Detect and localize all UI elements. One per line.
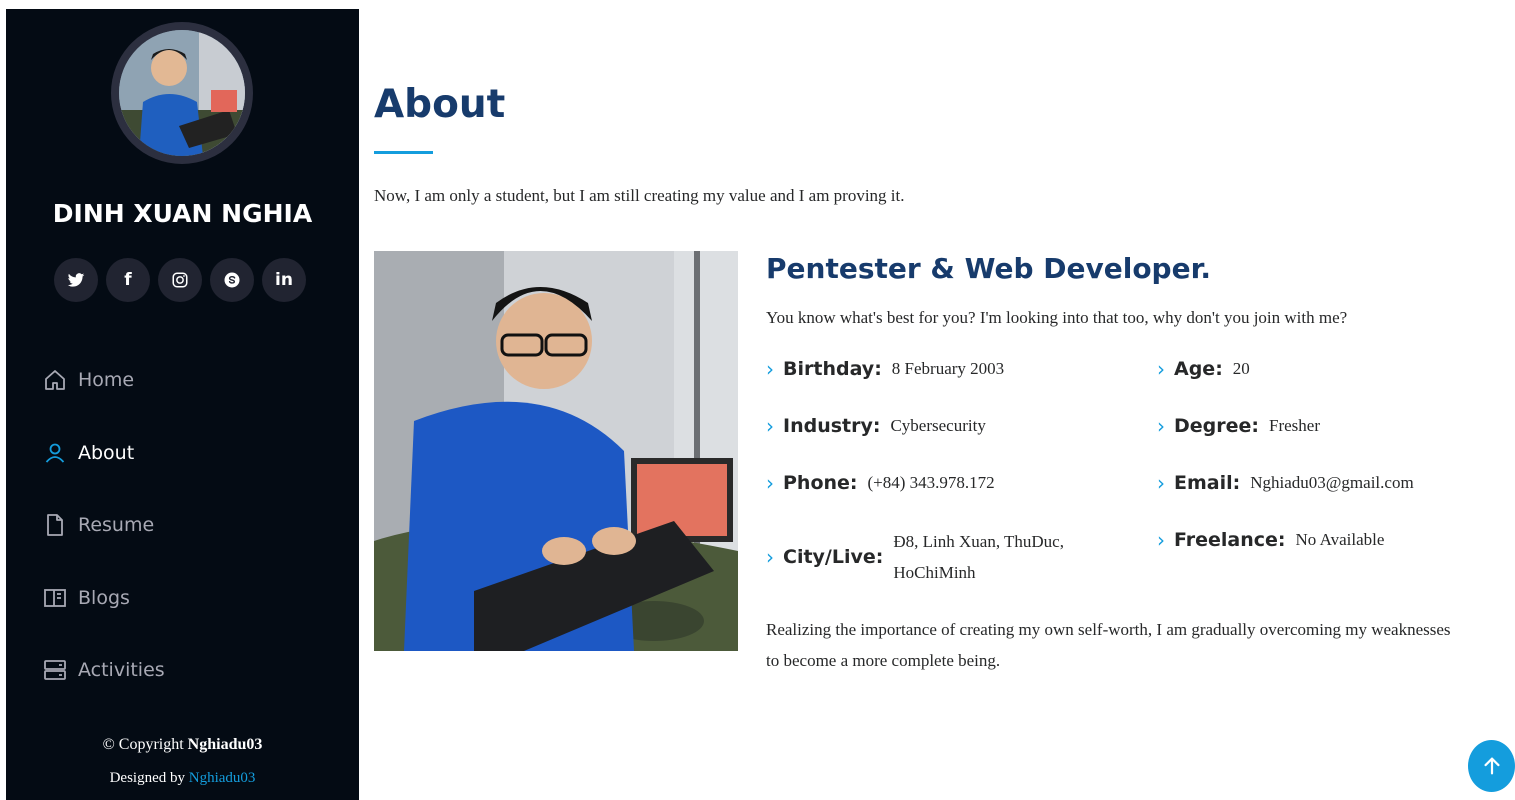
chevron-right-icon: › xyxy=(766,357,774,381)
fact-value: Cybersecurity xyxy=(890,416,986,435)
fact-label: City/Live: xyxy=(783,546,884,568)
nav-label: About xyxy=(78,441,135,464)
designer-link[interactable]: Nghiadu03 xyxy=(189,770,256,786)
book-icon xyxy=(42,585,68,611)
facebook-link[interactable]: f xyxy=(106,258,150,302)
profile-name: DINH XUAN NGHIA xyxy=(52,199,313,228)
server-icon xyxy=(42,657,68,683)
nav-label: Home xyxy=(78,369,135,392)
fact-age: › Age: 20 xyxy=(1157,357,1250,381)
skype-link[interactable] xyxy=(210,258,254,302)
profile-photo-image xyxy=(374,251,738,651)
person-icon xyxy=(42,440,68,466)
fact-city: › City/Live: Đ8, Linh Xuan, ThuDuc, HoCh… xyxy=(766,526,1103,588)
fact-email: › Email: Nghiadu03@gmail.com xyxy=(1157,471,1414,495)
fact-phone: › Phone: (+84) 343.978.172 xyxy=(766,471,995,495)
chevron-right-icon: › xyxy=(766,414,774,438)
back-to-top-button[interactable] xyxy=(1468,740,1515,792)
document-icon xyxy=(42,512,68,538)
page: DINH XUAN NGHIA f in Home About Resume B… xyxy=(0,0,1515,800)
fact-value: No Available xyxy=(1295,530,1385,549)
nav-label: Blogs xyxy=(78,586,130,609)
twitter-link[interactable] xyxy=(54,258,98,302)
skype-icon xyxy=(224,272,240,288)
footer-copyright: © Copyright Nghiadu03 xyxy=(6,736,359,754)
nav-item-blogs[interactable]: Blogs xyxy=(42,562,342,635)
fact-label: Industry: xyxy=(783,415,881,437)
fact-label: Email: xyxy=(1174,472,1241,494)
outro-text: Realizing the importance of creating my … xyxy=(766,620,1451,670)
house-icon xyxy=(42,367,68,393)
linkedin-link[interactable]: in xyxy=(262,258,306,302)
fact-value: (+84) 343.978.172 xyxy=(867,473,995,492)
fact-label: Degree: xyxy=(1174,415,1259,437)
nav-item-activities[interactable]: Activities xyxy=(42,634,342,707)
fact-label: Phone: xyxy=(783,472,858,494)
fact-value: 8 February 2003 xyxy=(891,359,1005,378)
nav-item-about[interactable]: About xyxy=(42,417,342,490)
instagram-link[interactable] xyxy=(158,258,202,302)
copyright-prefix: © Copyright xyxy=(102,736,188,753)
copyright-name: Nghiadu03 xyxy=(187,736,263,753)
fact-label: Birthday: xyxy=(783,358,882,380)
chevron-right-icon: › xyxy=(766,471,774,495)
title-underline xyxy=(374,151,433,154)
chevron-right-icon: › xyxy=(766,545,774,569)
fact-birthday: › Birthday: 8 February 2003 xyxy=(766,357,1004,381)
social-links: f in xyxy=(54,258,314,302)
chevron-right-icon: › xyxy=(1157,471,1165,495)
intro-text: Now, I am only a student, but I am still… xyxy=(374,186,905,205)
fact-label: Freelance: xyxy=(1174,529,1286,551)
avatar xyxy=(111,22,253,164)
chevron-right-icon: › xyxy=(1157,357,1165,381)
role-title: Pentester & Web Developer. xyxy=(766,252,1212,285)
avatar-photo xyxy=(119,30,245,156)
fact-label: Age: xyxy=(1174,358,1223,380)
fact-degree: › Degree: Fresher xyxy=(1157,414,1320,438)
fact-value: Fresher xyxy=(1269,416,1320,435)
linkedin-icon: in xyxy=(275,270,293,290)
nav-item-home[interactable]: Home xyxy=(42,344,342,417)
sidebar: DINH XUAN NGHIA f in Home About Resume B… xyxy=(6,9,359,800)
footer-designed-by: Designed by Nghiadu03 xyxy=(6,770,359,787)
profile-photo xyxy=(374,251,738,651)
chevron-right-icon: › xyxy=(1157,528,1165,552)
designed-prefix: Designed by xyxy=(109,770,189,786)
fact-value: Đ8, Linh Xuan, ThuDuc, HoChiMinh xyxy=(893,532,1064,582)
fact-value: Nghiadu03@gmail.com xyxy=(1250,473,1414,492)
role-description: You know what's best for you? I'm lookin… xyxy=(766,308,1348,327)
fact-industry: › Industry: Cybersecurity xyxy=(766,414,986,438)
sidebar-nav: Home About Resume Blogs Activities xyxy=(42,344,342,707)
fact-freelance: › Freelance: No Available xyxy=(1157,528,1384,552)
page-title: About xyxy=(374,82,506,127)
fact-value: 20 xyxy=(1232,359,1250,378)
instagram-icon xyxy=(172,272,188,288)
facebook-icon: f xyxy=(124,270,132,290)
arrow-up-icon xyxy=(1483,757,1500,775)
chevron-right-icon: › xyxy=(1157,414,1165,438)
nav-label: Resume xyxy=(78,514,155,537)
twitter-icon xyxy=(67,273,85,287)
nav-item-resume[interactable]: Resume xyxy=(42,489,342,562)
nav-label: Activities xyxy=(78,659,165,682)
